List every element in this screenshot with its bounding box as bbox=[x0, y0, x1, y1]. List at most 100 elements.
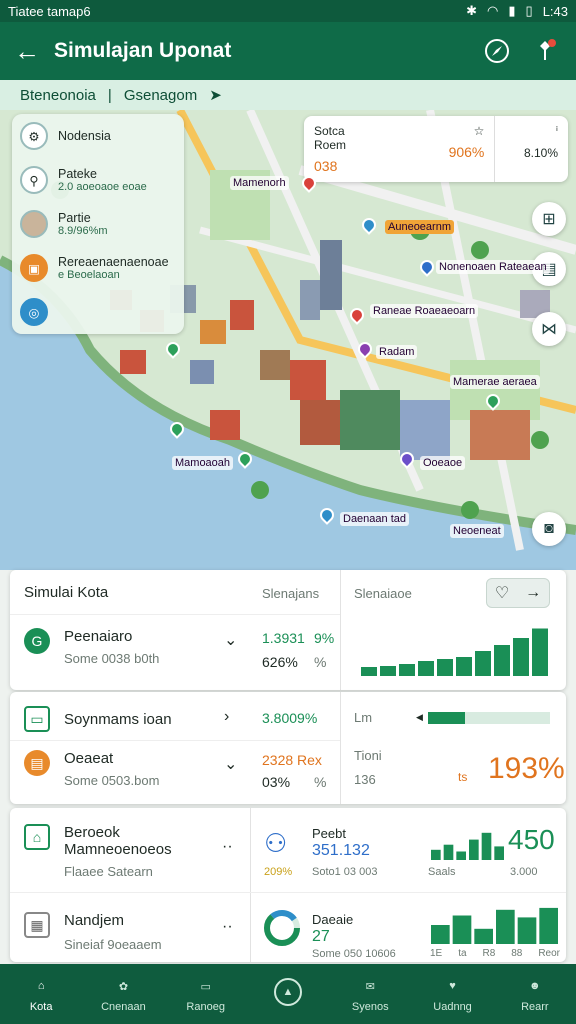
building-icon: ⌂ bbox=[24, 824, 50, 850]
bar bbox=[494, 645, 510, 676]
row-subtitle: Some 0038 b0th bbox=[64, 651, 160, 666]
map-label: Daenaan tad bbox=[340, 512, 409, 526]
tab-label: Uadnng bbox=[433, 1001, 472, 1013]
tick-label: Reor bbox=[538, 948, 560, 959]
panel-row[interactable]: ▭ Soynmams ioan bbox=[24, 706, 172, 732]
layer-item[interactable]: ▣ Rereaenaenaenoae e Beoelaoan bbox=[12, 246, 184, 290]
tab-profile[interactable]: ☻ Rearr bbox=[494, 964, 576, 1024]
share-button[interactable]: ⋈ bbox=[532, 312, 566, 346]
bottom-nav: ⌂ Kota ✿ Cnenaan ▭ Ranoeg ▲ ✉ Syenos ♥ Uadnng… bbox=[0, 964, 576, 1024]
chevron-right-icon[interactable]: › bbox=[224, 708, 229, 726]
chevron-down-icon[interactable]: ⌄ bbox=[224, 754, 237, 774]
gear-icon: ⚙ bbox=[20, 122, 48, 150]
map-label: Mamoaoah bbox=[172, 456, 234, 470]
compass-icon[interactable] bbox=[480, 34, 514, 68]
bar bbox=[399, 664, 415, 676]
briefcase-icon: ▣ bbox=[20, 254, 48, 282]
chevron-right-icon: ➤ bbox=[209, 87, 222, 104]
summary-item[interactable]: ⌂ Beroeok Mamneoenoeos Flaaee Satearn bbox=[24, 824, 214, 879]
progress-bar bbox=[428, 712, 550, 724]
back-arrow-icon[interactable]: ← bbox=[14, 36, 54, 67]
pin-alert-icon[interactable] bbox=[528, 34, 562, 68]
stat-value: 906% bbox=[448, 144, 485, 160]
bar bbox=[437, 659, 453, 676]
summary-panel: ⌂ Beroeok Mamneoenoeos Flaaee Satearn ··… bbox=[10, 808, 566, 962]
tick-label: 88 bbox=[511, 948, 523, 959]
tab-favorites[interactable]: ♥ Uadnng bbox=[411, 964, 493, 1024]
map-layer-panel: ⚙ Nodensia ⚲ Pateke 2.0 aoeoaoe eoae Par… bbox=[12, 114, 184, 334]
more-icon[interactable]: ·· bbox=[222, 838, 233, 856]
summary-subtitle: Soto1 03 003 bbox=[312, 866, 378, 878]
donut-chart-icon bbox=[264, 910, 300, 946]
tab-navigate[interactable]: ▲ bbox=[247, 964, 329, 1024]
g-icon: G bbox=[24, 628, 50, 654]
summary-subtitle: Sineiaf 9oeaaem bbox=[64, 937, 162, 952]
progress-fill bbox=[428, 712, 465, 724]
summary-bar-chart bbox=[431, 832, 504, 860]
stat-value: 8.10% bbox=[523, 146, 558, 160]
metrics-panel: ▭ Soynmams ioan › 3.8009% ▤ Oeaeat Some … bbox=[10, 692, 566, 804]
layer-title: Nodensia bbox=[58, 129, 111, 143]
summary-item[interactable]: ▦ Nandjem Sineiaf 9oeaaem bbox=[24, 912, 162, 952]
row-value: 03% bbox=[262, 774, 291, 790]
summary-bar-chart bbox=[431, 907, 558, 944]
map-label: Radam bbox=[376, 345, 418, 359]
layer-item[interactable]: Partie 8.9/96%m bbox=[12, 202, 184, 246]
pin-icon: ⚲ bbox=[20, 166, 48, 194]
row-value: 2328 Rex bbox=[262, 752, 322, 768]
tab-mail[interactable]: ✉ Syenos bbox=[329, 964, 411, 1024]
breadcrumb-second[interactable]: Gsenagom bbox=[124, 87, 197, 104]
bar bbox=[494, 846, 504, 860]
navigate-icon: ▲ bbox=[273, 978, 302, 1006]
chart-label: Saals bbox=[428, 866, 456, 878]
play-icon: ◀ bbox=[416, 712, 423, 722]
layer-item[interactable]: ⚙ Nodensia bbox=[12, 114, 184, 158]
layer-title: Pateke bbox=[58, 167, 97, 181]
grid-icon: ▦ bbox=[24, 912, 50, 938]
layer-item[interactable]: ⚲ Pateke 2.0 aoeoaoe eoae bbox=[12, 158, 184, 202]
heart-icon[interactable]: ♡ bbox=[495, 583, 509, 603]
arrow-right-icon[interactable]: → bbox=[525, 584, 541, 602]
tick-label: 1E bbox=[430, 948, 443, 959]
layer-item[interactable]: ◎ bbox=[12, 290, 184, 334]
breadcrumb: Bteneonoia | Gsenagom ➤ bbox=[0, 80, 576, 110]
bar bbox=[517, 917, 537, 944]
more-icon[interactable]: ·· bbox=[222, 918, 233, 936]
divider bbox=[10, 740, 340, 741]
tab-label: Cnenaan bbox=[101, 1001, 146, 1013]
page-title: Simulajan Uponat bbox=[54, 39, 232, 62]
tab-label: Syenos bbox=[351, 1001, 389, 1013]
layer-subtitle: e Beoelaoan bbox=[58, 269, 120, 281]
right-label: Lm bbox=[354, 710, 373, 725]
org-icon: ⚇ bbox=[264, 828, 288, 858]
star-icon: ☆ bbox=[473, 124, 485, 138]
panel-col-header: Slenaiaoe bbox=[354, 586, 412, 601]
wifi-icon: ◠ bbox=[487, 3, 499, 18]
signal-icon: ▮ bbox=[508, 3, 516, 18]
map-label: Auneoearnm bbox=[385, 220, 454, 234]
panel-row[interactable]: ▤ Oeaeat Some 0503.bom bbox=[24, 750, 159, 788]
flower-icon: ✿ bbox=[118, 980, 129, 993]
camera-button[interactable]: ◙ bbox=[532, 512, 566, 546]
bar bbox=[361, 667, 377, 676]
stat-value: 038 bbox=[314, 158, 338, 174]
status-bar: Tiatee tamap6 ✱ ◠ ▮ ▯ L:43 bbox=[0, 0, 576, 22]
tab-home[interactable]: ⌂ Kota bbox=[0, 964, 82, 1024]
chevron-down-icon[interactable]: ⌄ bbox=[224, 630, 237, 650]
breadcrumb-first[interactable]: Bteneonoia bbox=[20, 87, 96, 104]
bar bbox=[380, 666, 396, 676]
layers-button[interactable]: ⊞ bbox=[532, 202, 566, 236]
big-percentage: 193% bbox=[488, 752, 565, 785]
chart-label: 3.000 bbox=[510, 866, 538, 878]
simulation-panel: Simulai Kota Slenajans Slenaiaoe ♡ → G Pe… bbox=[10, 570, 566, 690]
tab-flower[interactable]: ✿ Cnenaan bbox=[82, 964, 164, 1024]
city-map[interactable]: ⚙ Nodensia ⚲ Pateke 2.0 aoeoaoe eoae Par… bbox=[0, 110, 576, 570]
map-label: Raneae Roaeaeoarn bbox=[370, 304, 479, 318]
chart-ticks: 1E ta R8 88 Reor bbox=[430, 948, 560, 959]
bar bbox=[496, 909, 515, 944]
tab-map[interactable]: ▭ Ranoeg bbox=[165, 964, 247, 1024]
bar bbox=[532, 628, 548, 676]
summary-subtitle: Flaaee Satearn bbox=[64, 864, 153, 879]
bar bbox=[431, 925, 450, 944]
panel-row[interactable]: G Peenaiaro Some 0038 b0th bbox=[24, 628, 159, 666]
